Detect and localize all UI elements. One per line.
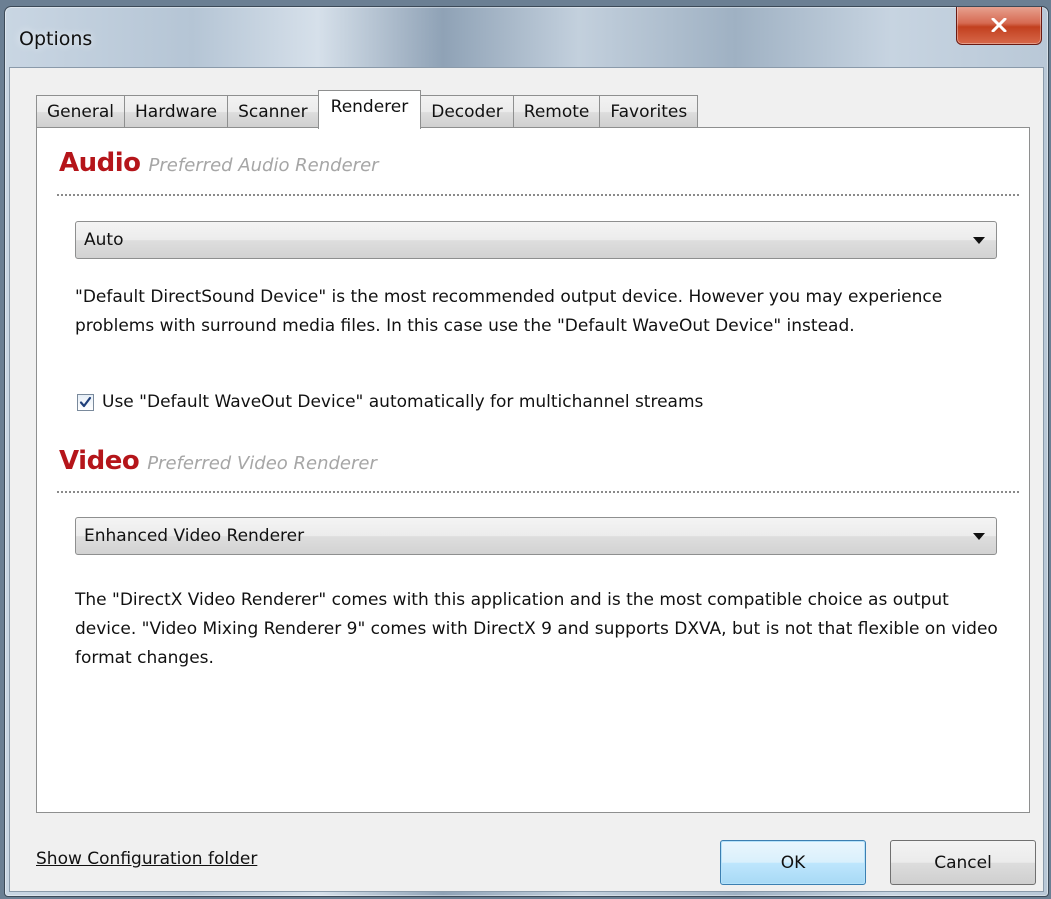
audio-section-title: Audio [59, 148, 141, 178]
close-button[interactable] [956, 7, 1042, 45]
tab-hardware[interactable]: Hardware [124, 95, 229, 128]
show-configuration-folder-link[interactable]: Show Configuration folder [36, 849, 257, 869]
tab-decoder[interactable]: Decoder [420, 95, 514, 128]
multichannel-option: Use "Default WaveOut Device" automatical… [77, 392, 703, 412]
tab-favorites[interactable]: Favorites [599, 95, 699, 128]
tab-renderer[interactable]: Renderer [317, 90, 422, 129]
tab-remote[interactable]: Remote [512, 95, 601, 128]
window-title: Options [19, 28, 93, 50]
video-section-header: Video Preferred Video Renderer [59, 446, 377, 476]
tab-general[interactable]: General [36, 95, 125, 128]
video-divider [57, 491, 1019, 493]
dialog-client-area: General Hardware Scanner Renderer Decode… [9, 67, 1044, 892]
tab-strip: General Hardware Scanner Renderer Decode… [36, 88, 699, 129]
checkmark-icon [79, 396, 92, 407]
video-section-subtitle: Preferred Video Renderer [147, 453, 377, 474]
close-icon [991, 18, 1007, 32]
chevron-down-icon [973, 237, 985, 244]
video-renderer-value: Enhanced Video Renderer [84, 526, 305, 546]
title-bar[interactable]: Options [5, 7, 1048, 67]
ok-button[interactable]: OK [720, 840, 866, 885]
multichannel-checkbox[interactable] [77, 393, 94, 411]
audio-renderer-value: Auto [84, 230, 124, 250]
cancel-button[interactable]: Cancel [890, 840, 1036, 885]
video-section-title: Video [59, 446, 140, 476]
options-window: Options General Hardware Scanner Rendere… [4, 6, 1049, 897]
tab-scanner[interactable]: Scanner [227, 95, 319, 128]
audio-divider [57, 194, 1019, 196]
video-description: The "DirectX Video Renderer" comes with … [75, 590, 998, 668]
renderer-panel: Audio Preferred Audio Renderer Auto "Def… [36, 127, 1030, 813]
audio-section-subtitle: Preferred Audio Renderer [148, 155, 379, 176]
video-renderer-dropdown[interactable]: Enhanced Video Renderer [75, 517, 997, 555]
audio-description: "Default DirectSound Device" is the most… [75, 287, 943, 336]
chevron-down-icon [973, 533, 985, 540]
audio-section-header: Audio Preferred Audio Renderer [59, 148, 379, 178]
audio-renderer-dropdown[interactable]: Auto [75, 221, 997, 259]
multichannel-checkbox-label[interactable]: Use "Default WaveOut Device" automatical… [102, 392, 703, 412]
